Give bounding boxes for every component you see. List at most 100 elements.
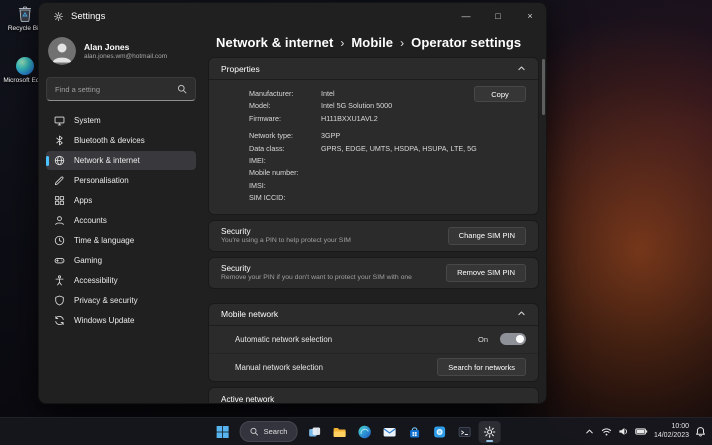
sidebar-item-label: Accounts [74,216,107,225]
photos-button[interactable] [428,421,450,443]
task-view-icon [307,425,321,439]
speaker-icon [618,426,629,437]
mobile-network-title: Mobile network [221,309,278,319]
property-value: H111BXXU1AVL2 [321,113,378,125]
security-title: Security [221,264,438,273]
sidebar-item-windows-update[interactable]: Windows Update [46,311,196,330]
search-for-networks-button[interactable]: Search for networks [437,358,526,376]
account-summary[interactable]: Alan Jones alan.jones.wm@hotmail.com [46,33,196,69]
battery-icon [635,426,648,437]
minimize-button[interactable]: — [450,3,482,29]
properties-expander-header[interactable]: Properties [209,58,538,79]
sidebar-item-label: Network & internet [74,156,140,165]
windows-logo-icon [216,425,230,439]
notification-bell-button[interactable] [695,426,706,437]
settings-search-input[interactable]: Find a setting [46,77,196,101]
maximize-button[interactable]: □ [482,3,514,29]
property-row: Mobile number: [249,167,526,179]
task-view-button[interactable] [303,421,325,443]
clock-icon [54,235,65,246]
taskbar: Search [0,417,712,445]
breadcrumb-mobile[interactable]: Mobile [351,35,393,50]
automatic-network-toggle[interactable] [500,333,526,345]
sidebar-item-accounts[interactable]: Accounts [46,211,196,230]
sidebar-item-personalisation[interactable]: Personalisation [46,171,196,190]
close-button[interactable]: × [514,3,546,29]
settings-window: Settings — □ × Alan Jones alan.jones.wm@ [38,2,547,404]
property-label: SIM ICCID: [249,192,321,204]
taskbar-search[interactable]: Search [240,421,298,442]
scrollbar[interactable] [542,59,545,115]
property-value: GPRS, EDGE, UMTS, HSDPA, HSUPA, LTE, 5G [321,143,477,155]
volume-status[interactable] [618,426,629,437]
desktop-icon-label: Recycle Bin [8,25,42,33]
sidebar-item-time-language[interactable]: Time & language [46,231,196,250]
edge-icon [357,425,371,439]
shield-icon [54,295,65,306]
breadcrumb-network-internet[interactable]: Network & internet [216,35,333,50]
sidebar-item-system[interactable]: System [46,111,196,130]
store-button[interactable] [403,421,425,443]
sidebar-item-label: Windows Update [74,316,134,325]
change-sim-pin-button[interactable]: Change SIM PIN [448,227,526,245]
sidebar-item-label: Accessibility [74,276,118,285]
sidebar-item-network-internet[interactable]: Network & internet [46,151,196,170]
manual-network-label: Manual network selection [235,363,429,372]
gamepad-icon [54,255,65,266]
edge-button[interactable] [353,421,375,443]
settings-cards: Properties Copy Manufacturer:Intel Model… [208,57,539,404]
mail-button[interactable] [378,421,400,443]
start-button[interactable] [212,421,234,443]
battery-status[interactable] [635,426,648,437]
property-label: IMSI: [249,180,321,192]
security-description: Remove your PIN if you don't want to pro… [221,274,438,281]
breadcrumb: Network & internet › Mobile › Operator s… [216,35,539,50]
terminal-icon [457,425,471,439]
property-row: Model:Intel 5G Solution 5000 [249,100,526,112]
sidebar-item-apps[interactable]: Apps [46,191,196,210]
person-icon [54,215,65,226]
search-icon [177,84,187,94]
property-value: Intel 5G Solution 5000 [321,100,392,112]
sidebar-item-privacy-security[interactable]: Privacy & security [46,291,196,310]
properties-body: Copy Manufacturer:Intel Model:Intel 5G S… [209,79,538,214]
remove-sim-pin-button[interactable]: Remove SIM PIN [446,264,526,282]
terminal-button[interactable] [453,421,475,443]
sidebar-item-bluetooth-devices[interactable]: Bluetooth & devices [46,131,196,150]
copy-button[interactable]: Copy [474,86,526,102]
taskbar-search-label: Search [264,427,288,436]
mail-icon [382,425,396,439]
property-row: Network type:3GPP [249,130,526,142]
taskbar-clock[interactable]: 10:00 14/02/2023 [654,423,689,440]
network-status[interactable] [601,426,612,437]
settings-app-icon [53,11,64,22]
security-remove-pin-card: Security Remove your PIN if you don't wa… [208,257,539,289]
sidebar-item-label: Privacy & security [74,296,138,305]
chevron-right-icon: › [340,36,344,50]
folder-icon [332,425,346,439]
chevron-up-icon [584,426,595,437]
avatar [48,37,76,65]
automatic-network-label: Automatic network selection [235,335,470,344]
titlebar[interactable]: Settings — □ × [39,3,546,29]
edge-icon [16,57,34,75]
tray-chevron-button[interactable] [584,426,595,437]
taskbar-center: Search [212,418,501,445]
toggle-state-label: On [478,335,488,344]
sidebar-item-label: Gaming [74,256,102,265]
property-value: 3GPP [321,130,340,142]
mobile-network-card: Mobile network Automatic network selecti… [208,303,539,382]
monitor-icon [54,115,65,126]
clock-time: 10:00 [654,423,689,432]
paintbrush-icon [54,175,65,186]
settings-taskbar-button[interactable] [478,421,500,443]
sidebar-item-label: System [74,116,101,125]
mobile-network-expander-header[interactable]: Mobile network [209,304,538,325]
file-explorer-button[interactable] [328,421,350,443]
sidebar-item-accessibility[interactable]: Accessibility [46,271,196,290]
clock-date: 14/02/2023 [654,432,689,441]
sidebar-item-gaming[interactable]: Gaming [46,251,196,270]
property-label: Mobile number: [249,167,321,179]
property-label: Firmware: [249,113,321,125]
chevron-right-icon: › [400,36,404,50]
